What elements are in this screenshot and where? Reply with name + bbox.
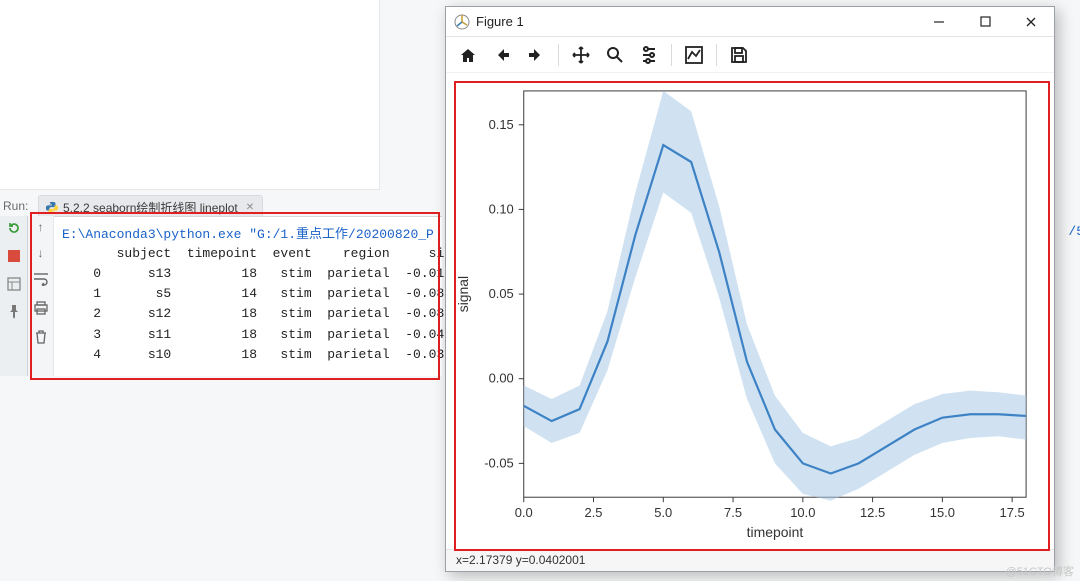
- svg-text:2.5: 2.5: [585, 505, 603, 520]
- run-panel-label: Run:: [3, 199, 28, 213]
- toolbar-separator: [716, 44, 717, 66]
- console-output[interactable]: E:\Anaconda3\python.exe "G:/1.重点工作/20200…: [54, 216, 442, 376]
- print-icon[interactable]: [34, 301, 48, 318]
- maximize-button[interactable]: [962, 7, 1008, 37]
- back-button[interactable]: [486, 40, 518, 70]
- plot-area[interactable]: 0.0 2.5 5.0 7.5 10.0 12.5 15.0 17.5 -0.05 0.00 0.0…: [446, 73, 1054, 549]
- close-tab-icon[interactable]: ✕: [246, 202, 254, 213]
- save-button[interactable]: [723, 40, 755, 70]
- svg-text:0.0: 0.0: [515, 505, 533, 520]
- toolbar-separator: [558, 44, 559, 66]
- figure-titlebar[interactable]: Figure 1: [446, 7, 1054, 37]
- svg-text:7.5: 7.5: [724, 505, 742, 520]
- svg-text:0.05: 0.05: [489, 286, 514, 301]
- trash-icon[interactable]: [35, 330, 47, 347]
- breadcrumb-snippet: /5: [1068, 224, 1080, 239]
- svg-text:0.00: 0.00: [489, 371, 514, 386]
- svg-text:signal: signal: [455, 276, 471, 312]
- axes-button[interactable]: [678, 40, 710, 70]
- editor-background: [0, 0, 380, 190]
- home-button[interactable]: [452, 40, 484, 70]
- svg-text:0.10: 0.10: [489, 201, 514, 216]
- layout-icon[interactable]: [6, 276, 22, 292]
- svg-text:0.15: 0.15: [489, 117, 514, 132]
- close-window-button[interactable]: [1008, 7, 1054, 37]
- run-gutter-primary: [0, 216, 28, 376]
- toolbar-separator: [671, 44, 672, 66]
- rerun-icon[interactable]: [6, 220, 22, 236]
- console-table: subject timepoint event region signal 0 …: [62, 244, 434, 365]
- forward-button[interactable]: [520, 40, 552, 70]
- line-chart: 0.0 2.5 5.0 7.5 10.0 12.5 15.0 17.5 -0.05 0.00 0.0…: [446, 73, 1054, 549]
- svg-text:timepoint: timepoint: [747, 524, 804, 540]
- svg-text:17.5: 17.5: [1000, 505, 1025, 520]
- down-arrow-icon[interactable]: ↓: [38, 246, 44, 260]
- svg-text:10.0: 10.0: [790, 505, 815, 520]
- python-icon: [45, 201, 59, 215]
- figure-statusbar: x=2.17379 y=0.0402001: [446, 549, 1054, 571]
- pan-button[interactable]: [565, 40, 597, 70]
- watermark: @51CTO博客: [1006, 563, 1074, 579]
- console-command: E:\Anaconda3\python.exe "G:/1.重点工作/20200…: [62, 223, 434, 242]
- zoom-button[interactable]: [599, 40, 631, 70]
- run-tab-label: 5.2.2 seaborn绘制折线图 lineplot: [63, 199, 238, 216]
- configure-button[interactable]: [633, 40, 665, 70]
- minimize-button[interactable]: [916, 7, 962, 37]
- stop-icon[interactable]: [6, 248, 22, 264]
- figure-title: Figure 1: [476, 14, 916, 29]
- wrap-icon[interactable]: [33, 272, 49, 289]
- svg-text:15.0: 15.0: [930, 505, 955, 520]
- run-gutter-secondary: ↑ ↓: [28, 216, 54, 376]
- figure-toolbar: [446, 37, 1054, 73]
- svg-text:5.0: 5.0: [654, 505, 672, 520]
- matplotlib-icon: [454, 14, 470, 30]
- pin-icon[interactable]: [6, 304, 22, 320]
- svg-text:-0.05: -0.05: [484, 455, 514, 470]
- svg-text:12.5: 12.5: [860, 505, 885, 520]
- up-arrow-icon[interactable]: ↑: [38, 220, 44, 234]
- figure-window: Figure 1 0.0 2.5 5.0 7.5 10.0 12.5 15.0 17.5 -0.…: [445, 6, 1055, 572]
